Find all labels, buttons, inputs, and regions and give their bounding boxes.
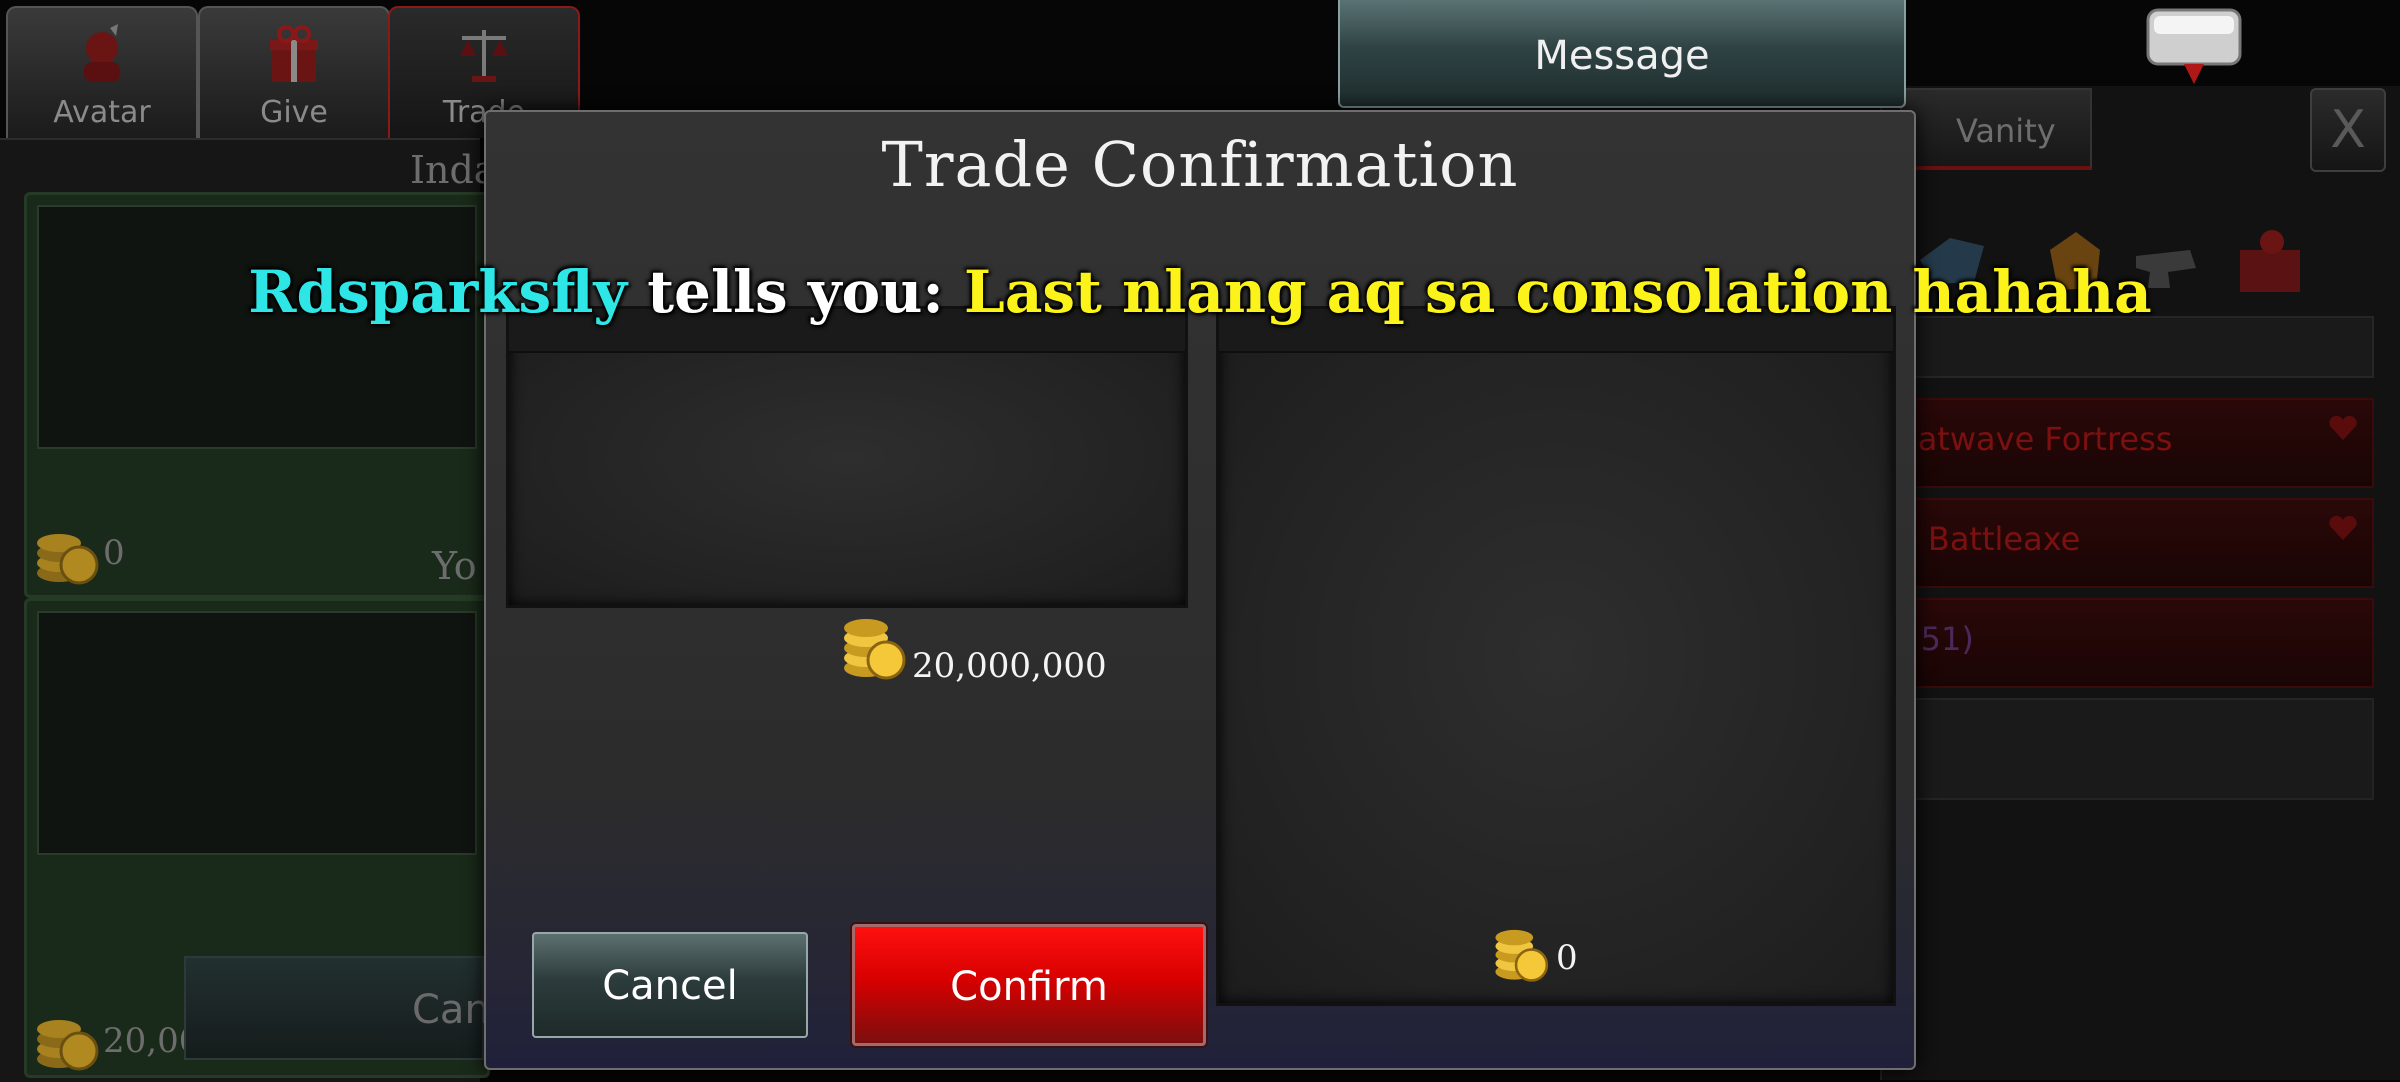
dialog-title: Trade Confirmation [881,128,1519,201]
cancel-button[interactable]: Cancel [532,932,808,1038]
tab-give-label: Give [260,95,328,130]
chat-sender-name: Rdsparksfly [248,258,628,326]
chat-message-overlay: Rdsparksfly tells you: Last nlang aq sa … [0,258,2400,326]
avatar-icon [84,24,120,82]
partner-gold-amount: 0 [1556,938,1578,978]
chat-bubble-icon[interactable] [2144,6,2244,90]
scales-icon [460,30,508,82]
confirm-button-label: Confirm [950,964,1108,1010]
heart-icon[interactable] [2328,514,2358,542]
list-item[interactable]: e Battleaxe [1880,498,2374,588]
tab-vanity[interactable]: Vanity [1900,88,2092,170]
list-item[interactable]: eatwave Fortress [1880,398,2374,488]
list-item[interactable]: ( 51) [1880,598,2374,688]
tab-avatar[interactable]: Avatar [6,6,198,138]
chat-message-text: Last nlang aq sa consolation hahaha [964,258,2152,326]
close-button[interactable]: X [2310,88,2386,172]
gold-coins-icon [1495,929,1549,982]
confirm-button[interactable]: Confirm [852,924,1206,1046]
your-gold-amount: 20,000,000 [912,646,1107,686]
trade-confirmation-dialog: Trade Confirmation 20,000,000 0 Cancel C… [484,110,1916,1070]
background-cancel-button[interactable]: Can [184,956,490,1060]
item-name: eatwave Fortress [1898,420,2173,458]
your-label: Yo [432,544,477,588]
partner-offer-box: 0 [24,192,490,598]
item-name: e Battleaxe [1898,520,2081,558]
tab-give[interactable]: Give [198,6,390,138]
your-trade-box [506,306,1188,608]
message-button-label: Message [1534,33,1710,79]
tab-vanity-label: Vanity [1956,112,2056,150]
background-cancel-label: Can [412,987,490,1033]
partner-offer-slots [37,205,477,449]
gold-coins-icon [37,1020,99,1071]
list-item-empty[interactable] [1880,698,2374,800]
tab-avatar-label: Avatar [53,95,151,130]
message-button[interactable]: Message [1338,0,1906,108]
close-icon: X [2330,100,2366,160]
gold-coins-icon [844,619,906,680]
gift-icon [270,25,318,82]
partner-trade-box [1216,306,1896,1006]
chat-verb: tells you: [627,258,965,326]
heart-icon[interactable] [2328,414,2358,442]
your-offer-slots [37,611,477,855]
partner-gold-value: 0 [103,533,125,573]
gold-coins-icon [37,534,99,585]
cancel-button-label: Cancel [602,963,738,1009]
